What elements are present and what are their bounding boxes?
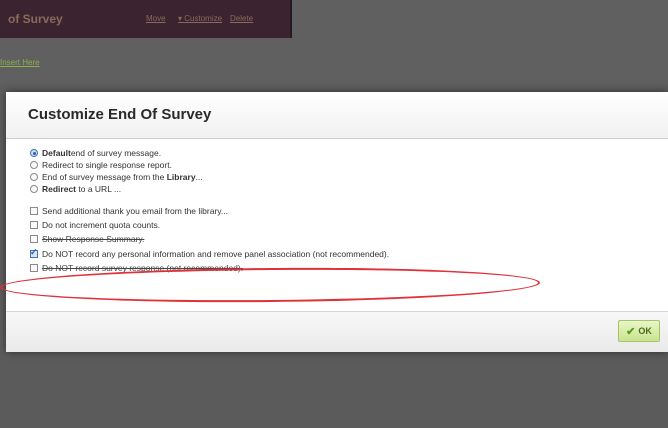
background-toolbar: of Survey Move ▾ Customize Delete (0, 0, 292, 38)
radio-redirect-report-label: Redirect to single response report. (42, 160, 172, 170)
checkbox-show-response-summary[interactable]: Show Response Summary. (30, 234, 144, 244)
background-lower-area (0, 352, 668, 428)
checkbox-no-personal-info-label: Do NOT record any personal information a… (42, 249, 390, 259)
customize-end-of-survey-dialog: Customize End Of Survey Default end of s… (6, 92, 668, 352)
checkbox[interactable] (30, 264, 38, 272)
ok-label: OK (638, 326, 652, 336)
checkbox-thank-you-email[interactable]: Send additional thank you email from the… (30, 206, 228, 216)
background-customize-label: Customize (184, 14, 223, 23)
radio-redirect-url-bold: Redirect (42, 184, 77, 194)
radio-button[interactable] (30, 173, 38, 181)
background-insert-link: Insert Here (0, 58, 40, 67)
radio-redirect-report[interactable]: Redirect to single response report. (30, 160, 172, 170)
checkmark-icon: ✔ (626, 325, 636, 338)
radio-default-message[interactable]: Default end of survey message. (30, 148, 161, 158)
checkbox-quota-counts-label: Do not increment quota counts. (42, 220, 161, 230)
checkbox-checked[interactable] (30, 247, 38, 258)
radio-library-label: End of survey message from the (42, 172, 167, 182)
radio-button[interactable] (30, 185, 38, 193)
radio-redirect-url[interactable]: Redirect to a URL ... (30, 184, 121, 194)
checkbox-show-response-summary-label: Show Response Summary. (42, 234, 145, 244)
checkbox[interactable] (30, 207, 38, 215)
checkbox[interactable] (30, 221, 38, 229)
checkbox-no-personal-info[interactable]: Do NOT record any personal information a… (30, 247, 390, 259)
background-move-link: Move (146, 14, 166, 23)
checkbox[interactable] (30, 235, 38, 243)
radio-library-ellipsis: ... (195, 172, 203, 182)
dialog-header: Customize End Of Survey (6, 92, 668, 139)
radio-button-selected[interactable] (30, 149, 38, 157)
radio-button[interactable] (30, 161, 38, 169)
checkbox-thank-you-email-label: Send additional thank you email from the… (42, 206, 228, 216)
radio-library-bold: Library (166, 172, 196, 182)
dialog-title: Customize End Of Survey (28, 106, 212, 123)
dialog-footer: ✔ OK (6, 311, 668, 352)
radio-default-bold: Default (42, 148, 71, 158)
radio-default-label: end of survey message. (70, 148, 162, 158)
radio-redirect-url-label: to a URL ... (76, 184, 122, 194)
background-title: of Survey (8, 12, 63, 26)
radio-library-message[interactable]: End of survey message from the Library..… (30, 172, 203, 182)
ok-button[interactable]: ✔ OK (618, 320, 660, 342)
background-delete-link: Delete (230, 14, 254, 23)
background-customize-link: ▾ Customize (178, 14, 223, 23)
checkbox-quota-counts[interactable]: Do not increment quota counts. (30, 220, 160, 230)
